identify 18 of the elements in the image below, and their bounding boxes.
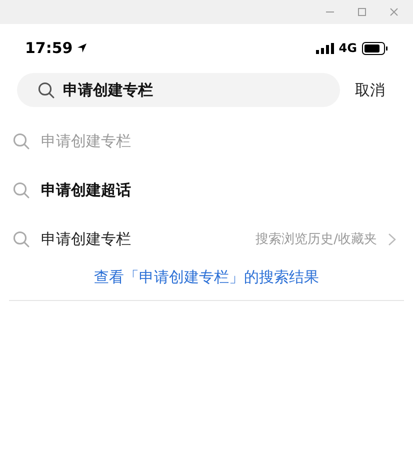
battery-icon — [362, 42, 388, 54]
suggestion-item[interactable]: 申请创建专栏 搜索浏览历史/收藏夹 — [0, 215, 413, 264]
search-results-link[interactable]: 查看「申请创建专栏」的搜索结果 — [94, 266, 319, 288]
cancel-button[interactable]: 取消 — [355, 78, 385, 102]
hint-text: 搜索浏览历史/收藏夹 — [256, 230, 377, 249]
search-icon — [13, 231, 30, 248]
maximize-button[interactable] — [357, 7, 367, 17]
network-label: 4G — [338, 40, 357, 57]
clock-time: 17:59 — [25, 38, 73, 59]
signal-icon — [316, 42, 334, 54]
chevron-right-icon — [388, 233, 396, 246]
location-arrow-icon — [76, 43, 87, 53]
search-icon — [38, 82, 55, 98]
search-icon — [13, 182, 30, 199]
search-field[interactable]: 申请创建专栏 — [17, 73, 340, 107]
suggestion-item[interactable]: 申请创建超话 — [0, 166, 413, 215]
search-icon — [13, 133, 30, 150]
close-button[interactable] — [389, 7, 399, 17]
